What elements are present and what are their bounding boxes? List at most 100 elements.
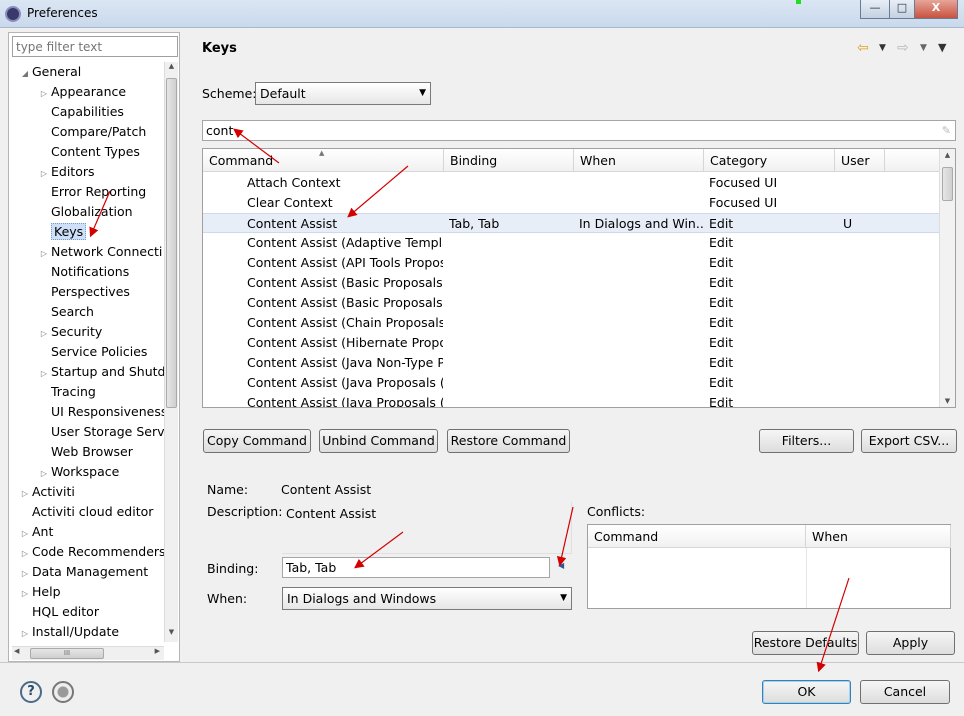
table-vertical-scrollbar[interactable]: ▲ ▼ (939, 149, 955, 407)
tree-item[interactable]: UI Responsiveness (14, 402, 164, 422)
tree-item[interactable]: Compare/Patch (14, 122, 164, 142)
scroll-up-icon[interactable]: ▲ (165, 62, 178, 74)
tree-item[interactable]: Tracing (14, 382, 164, 402)
collapsed-triangle-icon[interactable]: ▷ (37, 244, 51, 262)
table-row[interactable]: Content Assist (Hibernate Proposa Edit (203, 333, 941, 353)
tree-item[interactable]: ▷ Security (14, 322, 164, 342)
export-csv-button[interactable]: Export CSV... (861, 429, 957, 453)
expanded-triangle-icon[interactable]: ◢ (18, 64, 32, 82)
tree-item[interactable]: Capabilities (14, 102, 164, 122)
clear-filter-icon[interactable]: ✎ (942, 121, 951, 140)
scheme-select[interactable]: Default ▼ (255, 82, 431, 105)
scroll-down-icon[interactable]: ▼ (165, 628, 178, 640)
tree-item[interactable]: Keys (14, 222, 164, 242)
tree-item[interactable]: ▷ Help (14, 582, 164, 602)
table-row[interactable]: Content Assist (Java Non-Type Pro Edit (203, 353, 941, 373)
collapsed-triangle-icon[interactable]: ▷ (18, 624, 32, 642)
unbind-command-button[interactable]: Unbind Command (319, 429, 438, 453)
table-row[interactable]: Content Assist (Basic Proposals) Edit (203, 273, 941, 293)
binding-input[interactable]: Tab, Tab (282, 557, 550, 578)
help-icon[interactable]: ? (20, 681, 42, 703)
table-row[interactable]: Content Assist Tab, Tab In Dialogs and Win… (203, 213, 941, 233)
tree-item[interactable]: HQL editor (14, 602, 164, 622)
collapsed-triangle-icon[interactable]: ▷ (18, 584, 32, 602)
tree-horizontal-scrollbar[interactable]: ◀ III ▶ (12, 646, 164, 660)
back-menu-icon[interactable]: ▼ (879, 43, 886, 53)
tree-item[interactable]: Web Browser (14, 442, 164, 462)
collapsed-triangle-icon[interactable]: ▷ (37, 84, 51, 102)
tree-item[interactable]: ▷ Appearance (14, 82, 164, 102)
table-row[interactable]: Content Assist (Java Proposals (Co Edit (203, 373, 941, 393)
tree-scroll-thumb[interactable] (166, 78, 177, 408)
table-row[interactable]: Content Assist (Adaptive Template Edit (203, 233, 941, 253)
tree-item[interactable]: ▷ Activiti (14, 482, 164, 502)
apply-button[interactable]: Apply (866, 631, 955, 655)
tree-item[interactable]: Search (14, 302, 164, 322)
tree-item[interactable]: ▷ Network Connecti (14, 242, 164, 262)
table-row[interactable]: Clear Context Focused UI (203, 193, 941, 213)
tree-item[interactable]: ▷ Install/Update (14, 622, 164, 642)
tree-item[interactable]: ▷ Startup and Shutd (14, 362, 164, 382)
tree-item[interactable]: Notifications (14, 262, 164, 282)
tree-item[interactable]: User Storage Serv (14, 422, 164, 442)
tree-hscroll-thumb[interactable]: III (30, 648, 104, 659)
tree-item[interactable]: ▷ Code Recommenders (14, 542, 164, 562)
minimize-button[interactable]: — (860, 0, 890, 19)
scroll-right-icon[interactable]: ▶ (155, 647, 160, 655)
close-button[interactable]: X (914, 0, 958, 19)
collapsed-triangle-icon[interactable]: ▷ (18, 484, 32, 502)
tree-item[interactable]: Activiti cloud editor (14, 502, 164, 522)
tree-item[interactable]: ▷ Editors (14, 162, 164, 182)
tree-item[interactable]: ▷ Data Management (14, 562, 164, 582)
tree-item[interactable]: Globalization (14, 202, 164, 222)
table-row[interactable]: Content Assist (Chain Proposals (C Edit (203, 313, 941, 333)
forward-arrow-icon[interactable]: ⇨ (897, 40, 909, 56)
scroll-up-icon[interactable]: ▲ (940, 151, 955, 159)
tree-vertical-scrollbar[interactable]: ▲ ▼ (164, 62, 178, 642)
tree-item[interactable]: Error Reporting (14, 182, 164, 202)
forward-menu-icon[interactable]: ▼ (920, 43, 927, 53)
collapsed-triangle-icon[interactable]: ▷ (37, 324, 51, 342)
collapsed-triangle-icon[interactable]: ▷ (18, 564, 32, 582)
ok-button[interactable]: OK (762, 680, 851, 704)
cancel-button[interactable]: Cancel (860, 680, 950, 704)
column-header-command[interactable]: Command ▲ (203, 149, 444, 172)
table-row[interactable]: Attach Context Focused UI (203, 173, 941, 193)
view-menu-icon[interactable]: ▼ (938, 41, 946, 54)
collapsed-triangle-icon[interactable]: ▷ (18, 544, 32, 562)
back-arrow-icon[interactable]: ⇦ (857, 40, 869, 56)
restore-defaults-button[interactable]: Restore Defaults (752, 631, 859, 655)
tree-item[interactable]: ◢ General (14, 62, 164, 82)
table-scroll-thumb[interactable] (942, 167, 953, 201)
tree-item[interactable]: ▷ Ant (14, 522, 164, 542)
column-header-when[interactable]: When (574, 149, 704, 172)
description-box[interactable]: Content Assist (282, 502, 572, 554)
conflicts-header-command[interactable]: Command (588, 525, 806, 548)
filters-button[interactable]: Filters... (759, 429, 854, 453)
binding-menu-icon[interactable]: ◀ (558, 561, 564, 570)
table-row[interactable]: Content Assist (Java Proposals (Ta Edit (203, 393, 941, 407)
collapsed-triangle-icon[interactable]: ▷ (37, 164, 51, 182)
column-header-user[interactable]: User (835, 149, 885, 172)
tree-item[interactable]: ▷ Workspace (14, 462, 164, 482)
restore-command-button[interactable]: Restore Command (447, 429, 570, 453)
collapsed-triangle-icon[interactable]: ▷ (37, 364, 51, 382)
scroll-down-icon[interactable]: ▼ (940, 397, 955, 405)
maximize-button[interactable]: □ (889, 0, 915, 19)
tree-item[interactable]: Perspectives (14, 282, 164, 302)
tree-item[interactable]: Content Types (14, 142, 164, 162)
scroll-left-icon[interactable]: ◀ (14, 647, 19, 655)
when-select[interactable]: In Dialogs and Windows ▼ (282, 587, 572, 610)
collapsed-triangle-icon[interactable]: ▷ (18, 524, 32, 542)
collapsed-triangle-icon[interactable]: ▷ (37, 464, 51, 482)
table-row[interactable]: Content Assist (Basic Proposals) Edit (203, 293, 941, 313)
conflicts-header-when[interactable]: When (806, 525, 951, 548)
column-header-category[interactable]: Category (704, 149, 835, 172)
record-icon[interactable] (52, 681, 74, 703)
command-filter-input[interactable]: cont ✎ (202, 120, 956, 141)
tree-item[interactable]: Service Policies (14, 342, 164, 362)
column-header-binding[interactable]: Binding (444, 149, 574, 172)
filter-input[interactable] (12, 36, 178, 57)
copy-command-button[interactable]: Copy Command (203, 429, 311, 453)
table-row[interactable]: Content Assist (API Tools Proposa Edit (203, 253, 941, 273)
